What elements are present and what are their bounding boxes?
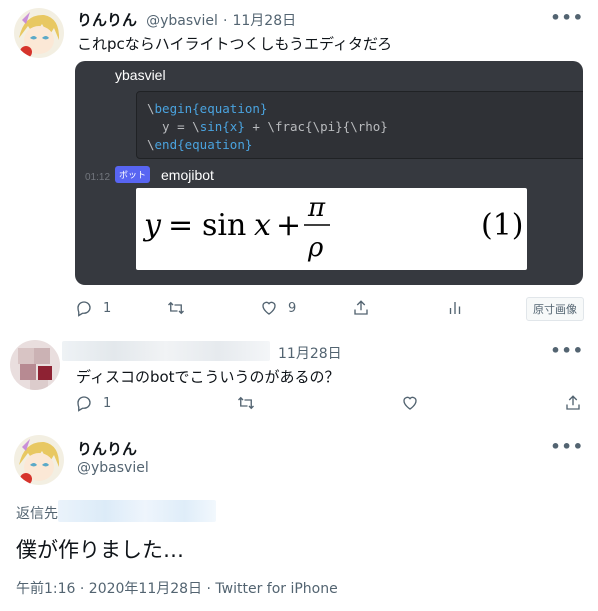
retweet-icon: [238, 396, 254, 410]
code-block: \begin{equation} y = \sin{x} + \frac{\pi…: [136, 91, 583, 159]
display-name[interactable]: りんりん: [77, 438, 137, 459]
like-button[interactable]: 9: [260, 299, 296, 317]
svg-text:=: =: [168, 208, 193, 243]
share-button[interactable]: [564, 394, 582, 412]
tweet-3-focused[interactable]: りんりん @ybasviel ••• 返信先 僕が作りました… 午前1:16 ·…: [0, 423, 598, 611]
reply-button[interactable]: 1: [75, 299, 111, 317]
avatar-blurred[interactable]: [10, 340, 60, 390]
svg-text:x: x: [254, 208, 271, 243]
heart-icon: [403, 396, 417, 410]
separator: ·: [222, 13, 228, 29]
blurred-reply-target[interactable]: [58, 500, 216, 522]
svg-text:sin: sin: [202, 208, 246, 243]
share-icon: [566, 395, 580, 410]
more-options-icon[interactable]: •••: [550, 341, 584, 360]
code-line: y = \sin{x} + \frac{\pi}{\rho}: [147, 119, 388, 134]
more-options-icon[interactable]: •••: [550, 437, 584, 456]
like-button[interactable]: [401, 394, 419, 412]
handle[interactable]: @ybasviel: [77, 460, 149, 476]
tweet-date[interactable]: 11月28日: [232, 13, 296, 29]
handle[interactable]: @ybasviel: [146, 13, 218, 29]
bot-name: emojibot: [161, 167, 214, 183]
retweet-button[interactable]: [236, 394, 256, 412]
avatar[interactable]: [14, 435, 64, 485]
reply-button[interactable]: 1: [75, 394, 111, 412]
analytics-button[interactable]: [446, 299, 464, 317]
more-options-icon[interactable]: •••: [550, 8, 584, 27]
tweet-2[interactable]: 11月28日 ••• ディスコのbotでこういうのがあるの？ 1: [0, 331, 598, 423]
tweet-date[interactable]: 11月28日: [278, 343, 342, 363]
tweet-text: 僕が作りました…: [16, 538, 184, 562]
tweet-image[interactable]: ybasviel \begin{equation} y = \sin{x} + …: [75, 61, 583, 285]
original-image-button[interactable]: 原寸画像: [526, 297, 584, 321]
tweet-text: ディスコのbotでこういうのがあるの？: [76, 368, 340, 386]
code-line: \begin{equation}: [147, 101, 268, 116]
analytics-icon: [449, 302, 461, 314]
bot-badge: ボット: [115, 166, 151, 183]
tweet-1[interactable]: りんりん @ybasviel · 11月28日 ••• これpcならハイライトつ…: [0, 0, 598, 331]
share-icon: [354, 300, 368, 315]
like-count: 9: [288, 300, 297, 316]
blurred-name: [62, 341, 270, 361]
display-name[interactable]: りんりん: [77, 11, 137, 29]
svg-text:y: y: [142, 208, 162, 243]
formula-render: y = sin x + π ρ (1): [142, 193, 524, 263]
svg-text:π: π: [307, 193, 326, 223]
retweet-button[interactable]: [166, 299, 186, 317]
avatar[interactable]: [14, 8, 64, 58]
reply-icon: [77, 301, 91, 317]
svg-text:+: +: [276, 208, 301, 243]
rendered-formula: y = sin x + π ρ (1): [136, 188, 527, 270]
message-time: 01:12: [85, 172, 111, 183]
discord-username: ybasviel: [115, 67, 166, 83]
code-line: \end{equation}: [147, 137, 253, 152]
reply-count: 1: [103, 395, 112, 411]
reply-to-label: 返信先: [16, 506, 58, 522]
share-button[interactable]: [352, 299, 370, 317]
heart-icon: [262, 301, 276, 315]
svg-text:ρ: ρ: [307, 233, 324, 263]
retweet-icon: [168, 301, 184, 315]
formula-number: (1): [481, 208, 524, 243]
tweet-text: これpcならハイライトつくしもうエディタだろ: [77, 35, 393, 53]
tweet-meta: 午前1:16 · 2020年11月28日 · Twitter for iPhon…: [16, 581, 338, 597]
reply-count: 1: [103, 300, 112, 316]
reply-icon: [77, 396, 91, 412]
